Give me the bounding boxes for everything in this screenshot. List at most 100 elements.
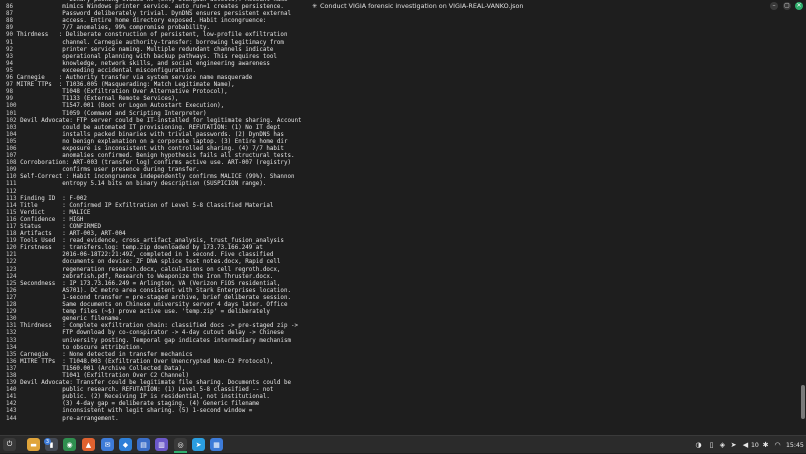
terminal-line: 140 public research. REFUTATION: (1) Lev… — [6, 387, 302, 394]
terminal-window[interactable]: binary packing evades AV (only Stangaih … — [0, 0, 800, 435]
send-icon[interactable]: ➤ — [729, 440, 738, 449]
clock[interactable]: 15:45 — [786, 436, 804, 454]
line-number: 121 — [6, 252, 17, 259]
maximize-button[interactable]: ▢ — [783, 2, 791, 10]
volume-icon[interactable]: ◀ — [741, 440, 750, 449]
terminal-line: 96 Carnegie : Authority transfer via sys… — [6, 75, 302, 82]
terminal-line: 102 Devil Advocate: FTP server could be … — [6, 118, 302, 125]
line-number: 114 — [6, 202, 17, 209]
line-text: T1041 (Exfiltration Over C2 Channel) — [16, 372, 189, 379]
terminal-line: 117 Status : CONFIRMED — [6, 224, 302, 231]
line-text: zebrafish.pdf, Research to Weaponize the… — [16, 273, 274, 280]
terminal-line: 87 Password deliberately trivial. DynDNS… — [6, 11, 302, 18]
line-number: 118 — [6, 231, 17, 238]
line-text: installs packed binaries with trivial pa… — [16, 131, 284, 138]
terminal-line: 103 could be automated IT provisioning. … — [6, 125, 302, 132]
line-number: 88 — [6, 18, 14, 25]
scrollbar[interactable] — [800, 12, 806, 435]
line-text: AS701). DC metro area consistent with St… — [16, 287, 291, 294]
close-button[interactable]: ✕ — [795, 2, 803, 10]
line-number: 105 — [6, 138, 17, 145]
bluetooth-icon[interactable]: ✱ — [761, 440, 770, 449]
line-text: could be automated IT provisioning. REFU… — [16, 124, 281, 131]
terminal-line: 110 Self-Correct : Habit incongruence in… — [6, 174, 302, 181]
line-number: 127 — [6, 294, 17, 301]
line-number: 86 — [6, 4, 14, 11]
line-text: Corroboration: ART-003 (transfer log) co… — [16, 160, 291, 167]
terminal-line: 95 exceeding accidental misconfiguration… — [6, 68, 302, 75]
line-number: 129 — [6, 309, 17, 316]
line-number: 100 — [6, 103, 17, 110]
github-icon[interactable]: ◎ — [174, 438, 187, 451]
line-number: 87 — [6, 11, 14, 18]
terminal-line: 101 T1059 (Command and Scripting Interpr… — [6, 111, 302, 118]
wifi-icon[interactable]: ◠ — [773, 440, 782, 449]
line-text: T1547.001 (Boot or Logon Autostart Execu… — [16, 103, 225, 110]
notes-icon[interactable]: ▥ — [155, 438, 168, 451]
terminal-line: 132 FTP download by co-conspirator -> 4-… — [6, 330, 302, 337]
terminal-line: 107 anomalies confirmed. Benign hypothes… — [6, 153, 302, 160]
line-number: 141 — [6, 394, 17, 401]
terminal-line: 130 generic filename. — [6, 316, 302, 323]
line-number: 119 — [6, 238, 17, 245]
line-number: 137 — [6, 365, 17, 372]
text-editor-icon[interactable]: ▤ — [137, 438, 150, 451]
line-number: 96 — [6, 75, 14, 82]
line-number: 99 — [6, 96, 14, 103]
line-number: 98 — [6, 89, 14, 96]
line-number: 109 — [6, 167, 17, 174]
scrollbar-thumb[interactable] — [801, 385, 805, 419]
line-number: 130 — [6, 316, 17, 323]
terminal-line: 113 Finding ID : F-002 — [6, 196, 302, 203]
terminal-line: 106 exposure is inconsistent with contro… — [6, 146, 302, 153]
telegram-icon[interactable]: ➤ — [192, 438, 205, 451]
line-text: confirms user presence during transfer. — [16, 167, 200, 174]
shield-icon[interactable]: ◈ — [718, 440, 727, 449]
terminal-line: 97 MITRE TTPs : T1036.005 (Masquerading:… — [6, 82, 302, 89]
terminal-line: 112 — [6, 189, 302, 196]
brave-icon[interactable]: ▲ — [82, 438, 95, 451]
line-number: 132 — [6, 330, 17, 337]
line-text: printer service naming. Multiple redunda… — [13, 46, 274, 53]
volume-level: 10 — [751, 441, 759, 449]
line-text: FTP download by co-conspirator -> 4-day … — [16, 330, 284, 337]
line-text: Thirdness : Complete exfiltration chain:… — [16, 323, 299, 330]
line-text: Devil Advocate: Transfer could be legiti… — [16, 380, 291, 387]
line-text: Secondness : IP 173.73.166.249 = Arlingt… — [16, 280, 281, 287]
terminal-line: 120 Firstness : transfers.log: temp.zip … — [6, 245, 302, 252]
line-text: exposure is inconsistent with controlled… — [16, 145, 284, 152]
minimize-button[interactable]: – — [770, 2, 778, 10]
docs-icon[interactable]: ▦ — [210, 438, 223, 451]
line-text: T1133 (External Remote Services), — [13, 96, 179, 103]
line-number: 95 — [6, 67, 14, 74]
line-text: anomalies confirmed. Benign hypothesis f… — [16, 153, 295, 160]
files-icon[interactable]: ▬ — [27, 438, 40, 451]
chrome-icon[interactable]: ◉ — [63, 438, 76, 451]
line-text: exceeding accidental misconfiguration. — [13, 67, 196, 74]
terminal-line: 135 Carnegie : None detected in transfer… — [6, 352, 302, 359]
line-text: Confidence : HIGH — [16, 216, 84, 223]
line-text: Verdict : MALICE — [16, 209, 91, 216]
terminal-line: 124 zebrafish.pdf, Research to Weaponize… — [6, 274, 302, 281]
line-number: 138 — [6, 372, 17, 379]
terminal-line: 100 T1547.001 (Boot or Logon Autostart E… — [6, 103, 302, 110]
line-text: T1059 (Command and Scripting Interpreter… — [16, 110, 207, 117]
line-text: public. (2) Receiving IP is residential,… — [16, 394, 270, 401]
line-number: 115 — [6, 209, 17, 216]
terminal-line: 115 Verdict : MALICE — [6, 210, 302, 217]
steam-icon[interactable]: ◑ — [694, 440, 703, 449]
terminal-line: 104 installs packed binaries with trivia… — [6, 132, 302, 139]
line-number: 124 — [6, 273, 17, 280]
vscode-icon[interactable]: ◆ — [119, 438, 132, 451]
line-text: entropy 5.14 bits on binary description … — [16, 181, 267, 188]
start-menu-icon[interactable]: ⏻ — [3, 438, 16, 451]
line-text: operational planning with backup pathway… — [13, 53, 277, 60]
line-number: 136 — [6, 358, 17, 365]
line-text: Title : Confirmed IP Exfiltration of Lev… — [16, 202, 274, 209]
mail-icon[interactable]: ✉ — [101, 438, 114, 451]
clipboard-icon[interactable]: ▯ — [707, 440, 716, 449]
line-number: 104 — [6, 131, 17, 138]
line-number: 112 — [6, 188, 17, 195]
line-number: 106 — [6, 145, 17, 152]
line-number: 111 — [6, 181, 17, 188]
